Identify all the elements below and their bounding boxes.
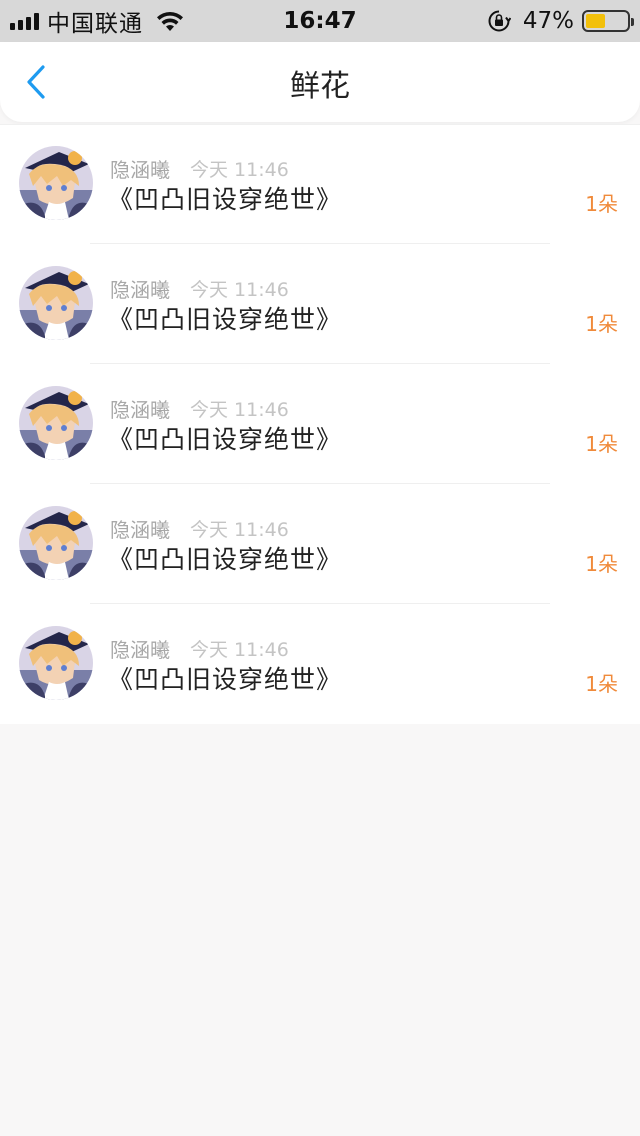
chevron-left-icon [27,65,45,99]
gift-list: 隐涵曦 今天 11:46 《凹凸旧设穿绝世》 1朵 隐涵曦 今天 11:46 《… [0,124,640,724]
list-item[interactable]: 隐涵曦 今天 11:46 《凹凸旧设穿绝世》 1朵 [0,364,640,484]
list-item[interactable]: 隐涵曦 今天 11:46 《凹凸旧设穿绝世》 1朵 [0,484,640,604]
avatar[interactable] [19,146,93,220]
sender-name: 隐涵曦 [110,518,170,542]
book-title[interactable]: 《凹凸旧设穿绝世》 [108,660,342,696]
carrier-label: 中国联通 [47,11,143,37]
status-left: 中国联通 [10,0,185,42]
book-title[interactable]: 《凹凸旧设穿绝世》 [108,420,342,456]
flower-quantity: 1朵 [585,312,618,336]
book-title[interactable]: 《凹凸旧设穿绝世》 [108,180,342,216]
sender-name: 隐涵曦 [110,158,170,182]
list-item[interactable]: 隐涵曦 今天 11:46 《凹凸旧设穿绝世》 1朵 [0,244,640,364]
avatar[interactable] [19,266,93,340]
gift-time: 今天 11:46 [190,399,289,421]
flower-quantity: 1朵 [585,672,618,696]
book-title[interactable]: 《凹凸旧设穿绝世》 [108,300,342,336]
avatar[interactable] [19,626,93,700]
nav-header: 鲜花 [0,42,640,122]
gift-time: 今天 11:46 [190,639,289,661]
page-title: 鲜花 [290,69,350,104]
gift-time: 今天 11:46 [190,279,289,301]
gift-time: 今天 11:46 [190,159,289,181]
sender-name: 隐涵曦 [110,278,170,302]
status-time: 16:47 [283,8,357,34]
flower-quantity: 1朵 [585,432,618,456]
wifi-icon [157,11,183,31]
gift-time: 今天 11:46 [190,519,289,541]
avatar[interactable] [19,386,93,460]
sender-name: 隐涵曦 [110,638,170,662]
avatar[interactable] [19,506,93,580]
back-button[interactable] [16,62,56,102]
battery-percent: 47% [522,8,574,34]
flower-quantity: 1朵 [585,552,618,576]
signal-icon [10,12,39,30]
orientation-lock-icon [488,10,511,32]
battery-icon [582,10,634,32]
status-bar: 中国联通 16:47 47% [0,0,640,42]
status-right: 47% [487,0,634,42]
list-item[interactable]: 隐涵曦 今天 11:46 《凹凸旧设穿绝世》 1朵 [0,124,640,244]
battery-fill [586,14,605,28]
sender-name: 隐涵曦 [110,398,170,422]
flower-quantity: 1朵 [585,192,618,216]
book-title[interactable]: 《凹凸旧设穿绝世》 [108,540,342,576]
list-item[interactable]: 隐涵曦 今天 11:46 《凹凸旧设穿绝世》 1朵 [0,604,640,724]
